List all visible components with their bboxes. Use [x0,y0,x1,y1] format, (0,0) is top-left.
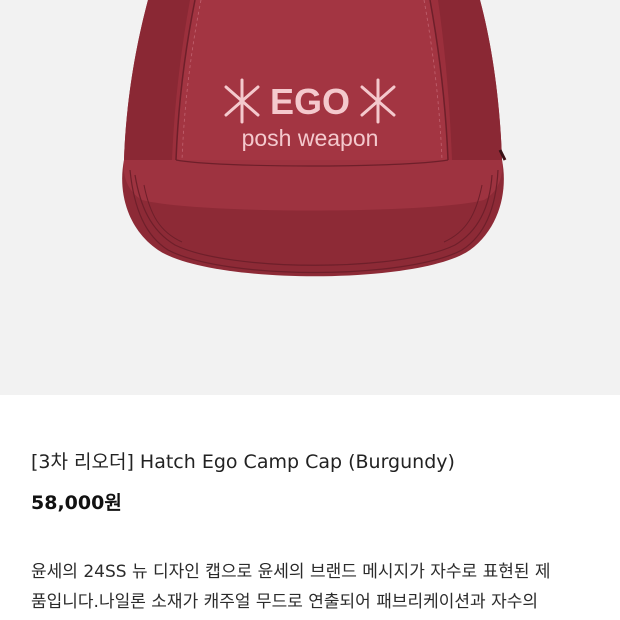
product-description: 윤세의 24SS 뉴 디자인 캡으로 윤세의 브랜드 메시지가 자수로 표현된 … [31,557,591,617]
cap-illustration: EGO posh weapon [0,0,620,395]
description-line: 윤세의 24SS 뉴 디자인 캡으로 윤세의 브랜드 메시지가 자수로 표현된 … [31,562,551,582]
product-title: [3차 리오더] Hatch Ego Camp Cap (Burgundy) [31,451,455,473]
product-price: 58,000원 [31,492,122,514]
embroidery-line2: posh weapon [242,125,379,151]
embroidery-line1: EGO [270,81,350,122]
product-info: [3차 리오더] Hatch Ego Camp Cap (Burgundy) 5… [0,395,620,620]
description-line: 품입니다.나일론 소재가 캐주얼 무드로 연출되어 패브리케이션과 자수의 [31,592,539,612]
product-image[interactable]: EGO posh weapon [0,0,620,395]
